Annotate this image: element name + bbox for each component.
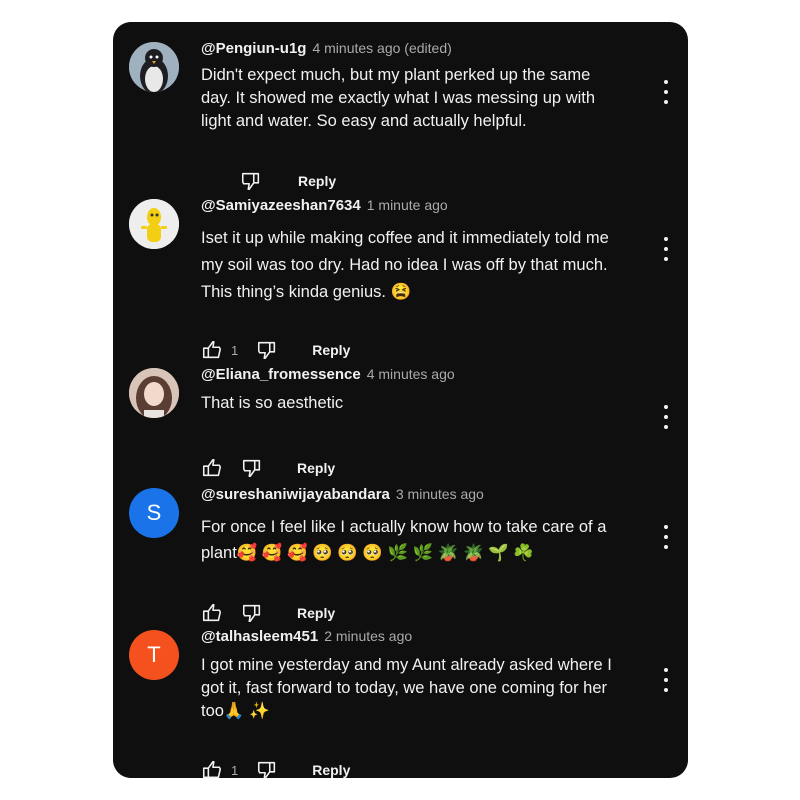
comment-line: That is so aesthetic [201, 394, 344, 412]
comment-meta: @Pengiun-u1g 4 minutes ago (edited) [201, 40, 452, 57]
more-options-button[interactable] [662, 80, 670, 104]
dislike-button[interactable] [256, 339, 278, 361]
comment-author[interactable]: @Pengiun-u1g [201, 40, 306, 57]
more-options-button[interactable] [662, 237, 670, 261]
comment-actions: 1 Reply [201, 758, 350, 778]
comment-line: Didn't expect much, but my plant perked … [201, 66, 591, 84]
comment-actions: 1 Reply [201, 338, 350, 362]
avatar[interactable] [129, 199, 179, 249]
penguin-avatar-icon [129, 42, 179, 92]
thumbs-up-icon [202, 340, 222, 359]
thumbs-down-icon [258, 761, 276, 778]
comment-line: I got mine yesterday and my Aunt already… [201, 656, 612, 674]
reply-button[interactable]: Reply [297, 605, 335, 621]
comment-line: day. It showed me exactly what I was mes… [201, 89, 596, 107]
avatar[interactable] [129, 368, 179, 418]
photo-avatar-icon [129, 368, 179, 418]
comment-time[interactable]: 1 minute ago [367, 197, 448, 213]
dislike-button[interactable] [241, 602, 263, 624]
comment-line: This thing’s kinda genius. 😫 [201, 283, 412, 301]
thumbs-down-icon [241, 172, 260, 191]
thumbs-up-icon [202, 458, 222, 477]
dislike-button[interactable] [240, 170, 262, 192]
comment-actions: Reply [240, 169, 336, 193]
comment-text: Didn't expect much, but my plant perked … [201, 64, 656, 133]
comment-meta: @sureshaniwijayabandara 3 minutes ago [201, 486, 484, 503]
comment-time[interactable]: 2 minutes ago [324, 628, 412, 644]
comment-line: For once I feel like I actually know how… [201, 518, 607, 536]
thumbs-up-icon [202, 760, 222, 778]
yellow-figure-avatar-icon [129, 199, 179, 249]
reply-button[interactable]: Reply [312, 342, 350, 358]
comment-author[interactable]: @talhasleem451 [201, 628, 318, 645]
dislike-button[interactable] [241, 457, 263, 479]
avatar[interactable] [129, 42, 179, 92]
like-button[interactable] [201, 602, 223, 624]
comment-text: For once I feel like I actually know how… [201, 514, 656, 566]
comment-text: I got mine yesterday and my Aunt already… [201, 654, 656, 723]
avatar[interactable]: T [129, 630, 179, 680]
like-button[interactable] [201, 759, 223, 778]
comment-line: Iset it up while making coffee and it im… [201, 229, 609, 247]
comment-actions: Reply [201, 456, 335, 480]
comment-time[interactable]: 4 minutes ago (edited) [312, 40, 451, 56]
comment-meta: @Eliana_fromessence 4 minutes ago [201, 366, 455, 383]
like-count: 1 [231, 342, 239, 358]
dislike-button[interactable] [256, 759, 278, 778]
thumbs-down-icon [242, 459, 261, 478]
comment-author[interactable]: @Samiyazeeshan7634 [201, 197, 361, 214]
comment-line: my soil was too dry. Had no idea I was o… [201, 256, 608, 274]
comment-meta: @talhasleem451 2 minutes ago [201, 628, 412, 645]
comment-line: got it, fast forward to today, we have o… [201, 679, 607, 697]
comment-meta: @Samiyazeeshan7634 1 minute ago [201, 197, 448, 214]
like-count: 1 [231, 762, 239, 778]
avatar-letter: T [147, 642, 161, 667]
more-options-button[interactable] [662, 668, 670, 692]
reply-button[interactable]: Reply [298, 173, 336, 189]
comment-text: That is so aesthetic [201, 392, 656, 415]
comment-time[interactable]: 3 minutes ago [396, 486, 484, 502]
like-button[interactable] [201, 339, 223, 361]
reply-button[interactable]: Reply [312, 762, 350, 778]
reply-button[interactable]: Reply [297, 460, 335, 476]
comment-actions: Reply [201, 601, 335, 625]
comment-author[interactable]: @Eliana_fromessence [201, 366, 361, 383]
comments-panel: @Pengiun-u1g 4 minutes ago (edited) Didn'… [113, 22, 688, 778]
comment-line: too🙏 ✨ [201, 702, 270, 720]
comment-line: light and water. So easy and actually he… [201, 112, 527, 130]
comment-time[interactable]: 4 minutes ago [367, 366, 455, 382]
like-button[interactable] [201, 457, 223, 479]
comment-line: plant🥰 🥰 🥰 🥺 🥺 🥺 🌿 🌿 🪴 🪴 🌱 ☘️ [201, 544, 534, 562]
avatar-letter: S [146, 500, 162, 525]
more-options-button[interactable] [662, 525, 670, 549]
comment-text: Iset it up while making coffee and it im… [201, 225, 656, 306]
avatar[interactable]: S [129, 488, 179, 538]
thumbs-up-icon [202, 603, 222, 622]
more-options-button[interactable] [662, 405, 670, 429]
thumbs-down-icon [258, 341, 276, 360]
comment-author[interactable]: @sureshaniwijayabandara [201, 486, 390, 503]
thumbs-down-icon [242, 604, 261, 623]
